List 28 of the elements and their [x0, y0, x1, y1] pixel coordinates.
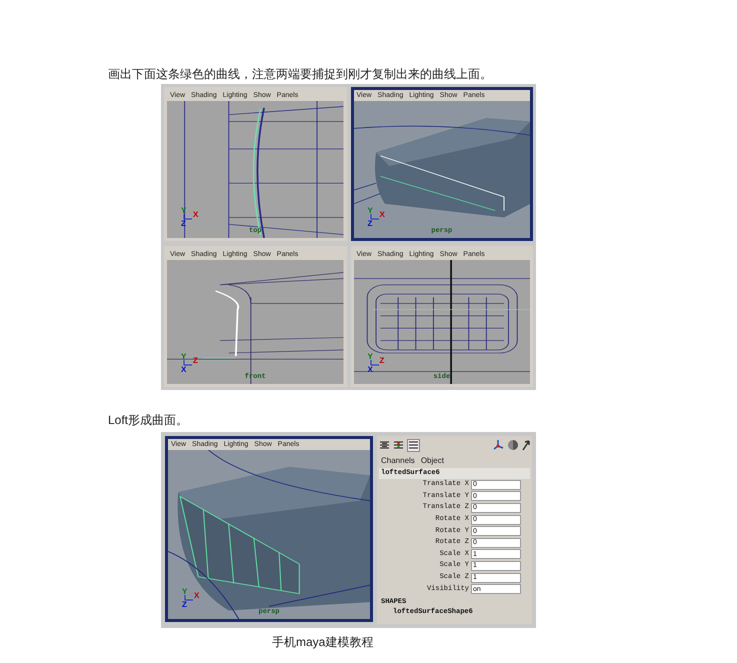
menu-item[interactable]: Channels: [381, 456, 415, 466]
arrow-icon[interactable]: [522, 439, 530, 451]
sphere-icon[interactable]: [507, 439, 519, 451]
list-icon[interactable]: [407, 438, 420, 452]
axis-label: X: [368, 366, 373, 374]
axis-icon: [183, 360, 192, 366]
paragraph-text: Loft形成曲面。: [108, 412, 190, 428]
axis-label: Y: [368, 352, 373, 360]
axis-label: Y: [368, 207, 373, 215]
axis-label: Y: [182, 588, 188, 596]
axis-icon: [370, 360, 378, 366]
axis-label: Z: [380, 356, 384, 364]
axis-label: Y: [181, 352, 186, 360]
menu-item[interactable]: Object: [420, 456, 444, 466]
caption-text: 手机maya建模教程: [272, 634, 374, 650]
intro-text: 画出下面这条绿色的曲线，注意两端要捕捉到刚才复制出来的曲线上面。: [108, 66, 493, 82]
axis-label: Z: [182, 601, 187, 609]
axis-icon: [184, 595, 193, 601]
axis-icon[interactable]: [492, 439, 504, 451]
axis-label: X: [380, 211, 385, 219]
axis-label: X: [193, 211, 198, 219]
axis-icon: [370, 214, 378, 220]
list-icon[interactable]: [393, 440, 404, 450]
list-icon[interactable]: [379, 440, 390, 450]
axis-label: X: [194, 592, 200, 600]
axis-label: Z: [368, 220, 372, 228]
axis-label: X: [181, 366, 186, 374]
axis-icon: [183, 214, 192, 220]
